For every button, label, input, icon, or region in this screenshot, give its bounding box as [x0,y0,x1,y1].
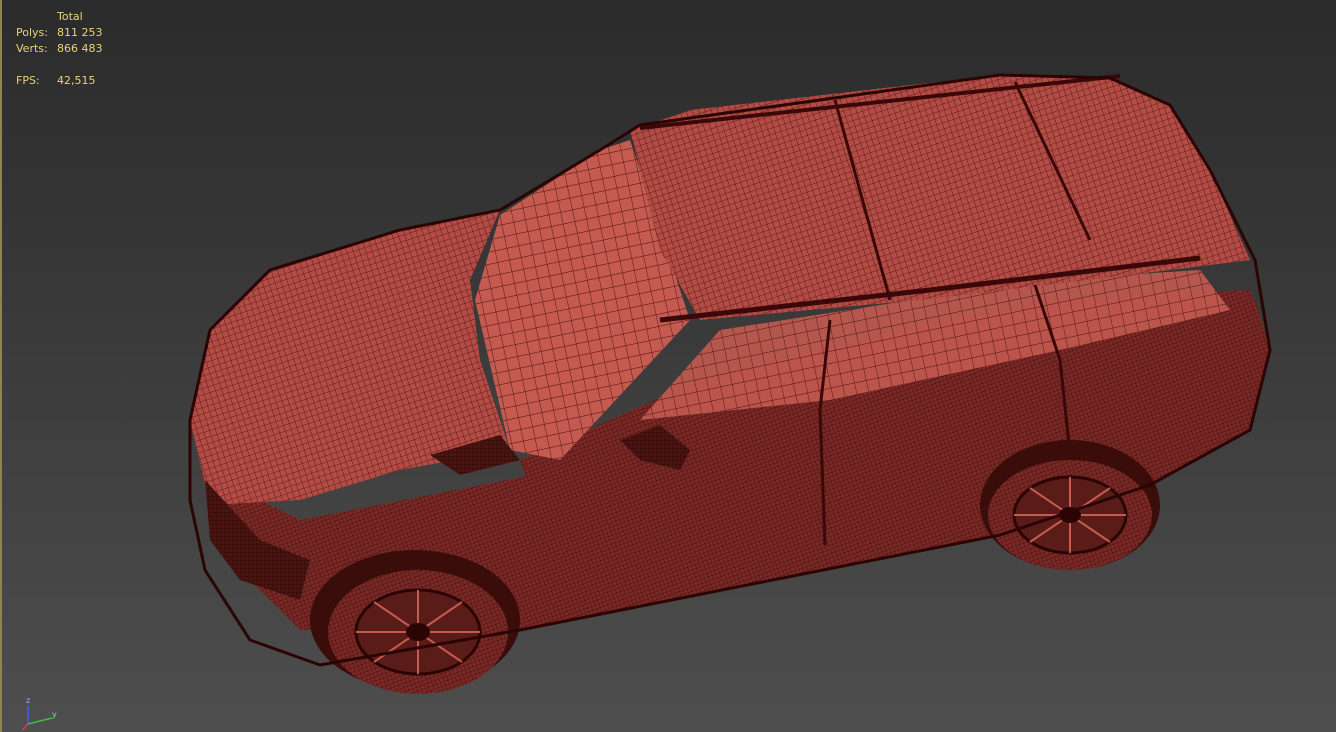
stats-verts-row: Verts: 866 483 [16,41,103,57]
stats-polys-row: Polys: 811 253 [16,25,103,41]
front-wheel [328,570,508,694]
stats-spacer [16,57,103,73]
axis-y-label: y [52,710,57,719]
fps-label: FPS: [16,74,40,87]
axis-gizmo-icon: z y [20,696,64,732]
polys-value: 811 253 [57,26,103,39]
fps-value: 42,515 [57,74,96,87]
verts-label: Verts: [16,42,48,55]
stats-header-spacer [16,9,57,25]
rear-wheel [988,460,1152,570]
stats-fps-row: FPS: 42,515 [16,73,103,89]
axis-z-label: z [26,696,31,705]
polys-label: Polys: [16,26,48,39]
suv-wireframe-model[interactable] [0,0,1336,732]
stats-header-row: Total [16,9,103,25]
viewport-statistics: Total Polys: 811 253 Verts: 866 483 FPS:… [16,9,103,89]
perspective-viewport[interactable]: Total Polys: 811 253 Verts: 866 483 FPS:… [0,0,1336,732]
stats-header: Total [57,10,83,23]
verts-value: 866 483 [57,42,103,55]
